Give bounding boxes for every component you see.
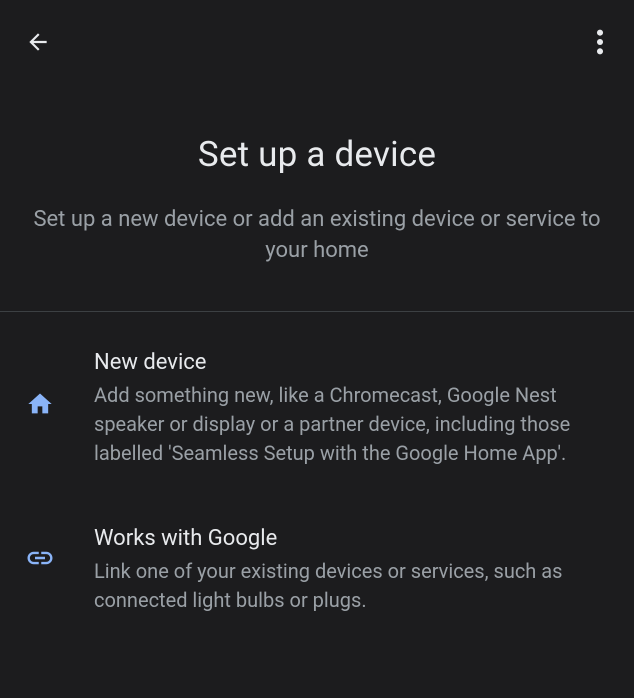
link-icon bbox=[24, 542, 56, 574]
option-text: Works with Google Link one of your exist… bbox=[94, 526, 610, 615]
page-title: Set up a device bbox=[10, 134, 624, 175]
option-title: New device bbox=[94, 350, 610, 375]
back-arrow-icon bbox=[25, 29, 51, 59]
more-options-button[interactable] bbox=[590, 30, 610, 58]
home-icon bbox=[24, 388, 56, 420]
page-subtitle: Set up a new device or add an existing d… bbox=[10, 205, 624, 267]
option-new-device[interactable]: New device Add something new, like a Chr… bbox=[0, 312, 634, 468]
header-bar bbox=[0, 0, 634, 64]
option-text: New device Add something new, like a Chr… bbox=[94, 350, 610, 468]
back-button[interactable] bbox=[24, 30, 52, 58]
option-title: Works with Google bbox=[94, 526, 610, 551]
title-section: Set up a device Set up a new device or a… bbox=[0, 64, 634, 267]
option-works-with-google[interactable]: Works with Google Link one of your exist… bbox=[0, 468, 634, 615]
options-list: New device Add something new, like a Chr… bbox=[0, 312, 634, 615]
more-vert-icon bbox=[596, 28, 604, 60]
option-description: Link one of your existing devices or ser… bbox=[94, 557, 610, 615]
option-description: Add something new, like a Chromecast, Go… bbox=[94, 381, 610, 468]
